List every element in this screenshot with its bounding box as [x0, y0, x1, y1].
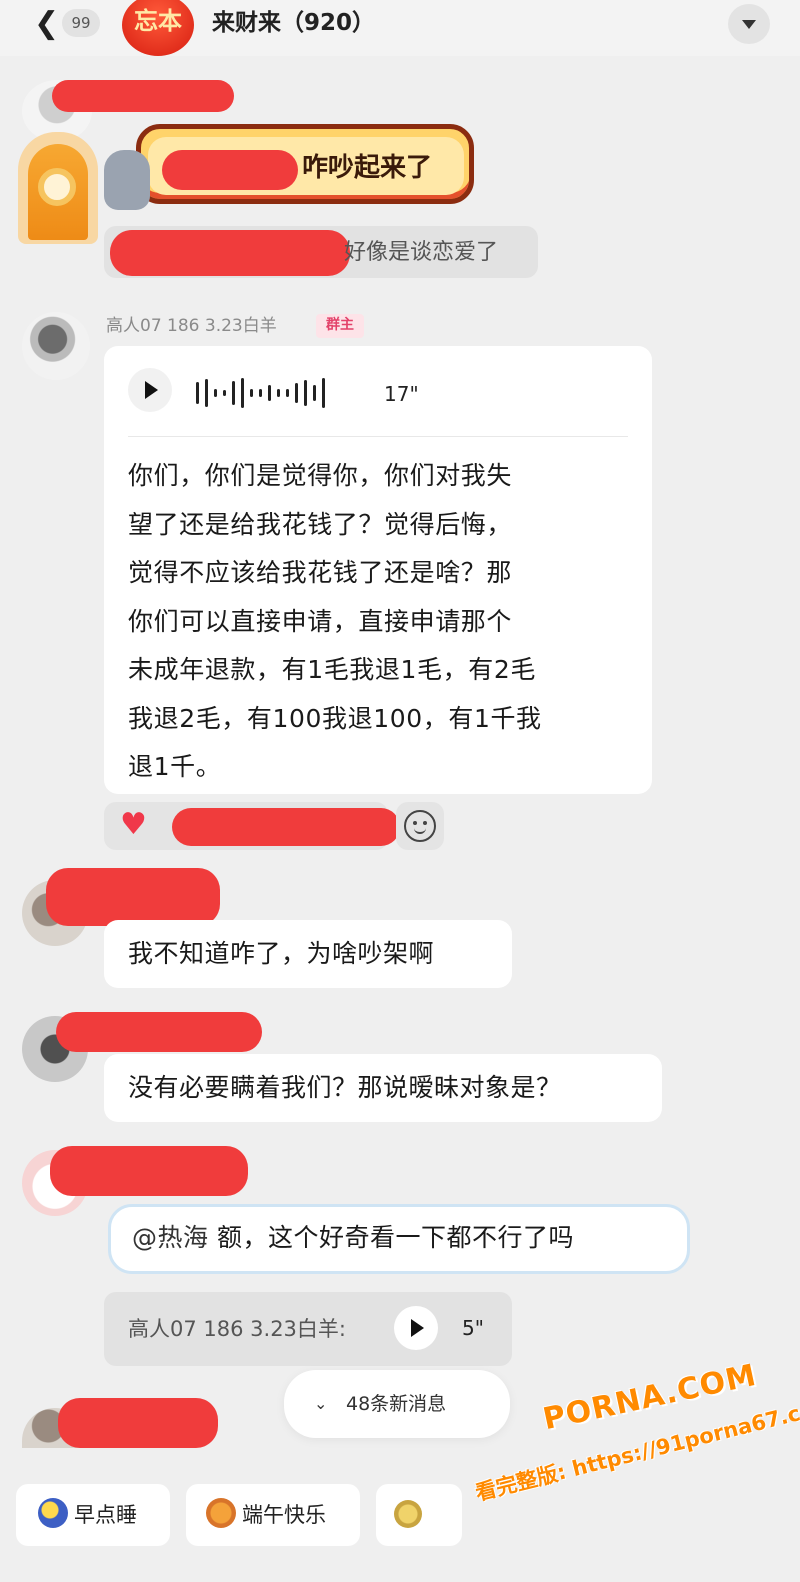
- divider: [128, 436, 628, 437]
- redacted-mention: [162, 150, 298, 190]
- transcript-line: 我退2毛，有100我退100，有1千我: [128, 703, 542, 733]
- message-text: 我不知道咋了，为啥吵架啊: [128, 939, 435, 968]
- sender-name[interactable]: 高人07 186 3.23白羊: [106, 314, 277, 338]
- avatar[interactable]: [22, 312, 90, 380]
- smiley-icon: [404, 810, 436, 842]
- transcript-line: 你们，你们是觉得你，你们对我失: [128, 461, 513, 490]
- transcript-line: 未成年退款，有1毛我退1毛，有2毛: [128, 655, 536, 684]
- message-text: 没有必要瞒着我们？那说暧昧对象是？: [128, 1073, 562, 1102]
- redacted-name: [58, 1398, 218, 1448]
- heart-icon[interactable]: ♥: [120, 808, 147, 842]
- voice-duration: 5": [462, 1316, 484, 1340]
- moon-icon: [38, 1498, 68, 1528]
- redacted-name: [46, 868, 220, 926]
- back-chevron-icon[interactable]: ❮: [34, 6, 59, 42]
- quick-chip-label: 早点睡: [74, 1503, 137, 1527]
- play-icon[interactable]: [394, 1306, 438, 1350]
- quoted-reply-text: 好像是谈恋爱了: [344, 240, 499, 265]
- dropdown-menu-button[interactable]: [728, 4, 770, 44]
- redacted-name: [52, 80, 234, 112]
- transcript-line: 你们可以直接申请，直接申请那个: [128, 606, 513, 636]
- redacted-name: [50, 1146, 248, 1196]
- new-messages-label: 48条新消息: [346, 1393, 447, 1415]
- door-knob-icon: [38, 168, 76, 206]
- quoted-sender: 高人07 186 3.23白羊:: [128, 1317, 346, 1341]
- add-reaction-button[interactable]: [396, 802, 444, 850]
- message-text: @热海 额，这个好奇看一下都不行了吗: [132, 1220, 574, 1256]
- transcript-line: 退1千。: [128, 752, 222, 781]
- voice-transcript: 你们，你们是觉得你，你们对我失 望了还是给我花钱了？觉得后悔， 觉得不应该给我花…: [128, 452, 638, 792]
- mention-tag[interactable]: @热海: [132, 1223, 209, 1252]
- sticker-text: 咋吵起来了: [302, 153, 433, 183]
- message-body: 额，这个好奇看一下都不行了吗: [208, 1223, 574, 1252]
- transcript-line: 望了还是给我花钱了？觉得后悔，: [128, 509, 513, 539]
- voice-duration: 17": [384, 382, 419, 406]
- group-title[interactable]: 来财来（920）: [212, 6, 375, 40]
- play-icon[interactable]: [128, 368, 172, 412]
- redacted-reactors: [172, 808, 400, 846]
- redacted-name: [56, 1012, 262, 1052]
- cat-chef-icon: [104, 150, 150, 210]
- transcript-line: 觉得不应该给我花钱了还是啥？那: [128, 558, 513, 587]
- redacted-quote: [110, 230, 350, 276]
- quick-chip-label: 端午快乐: [242, 1503, 326, 1527]
- chat-header: [0, 0, 800, 56]
- unread-count-badge[interactable]: 99: [62, 9, 100, 37]
- double-chevron-down-icon: ⌄: [314, 1394, 328, 1413]
- dragon-icon: [206, 1498, 236, 1528]
- waveform-icon[interactable]: [196, 378, 325, 408]
- coin-icon: [394, 1500, 422, 1528]
- owner-badge: 群主: [316, 314, 364, 338]
